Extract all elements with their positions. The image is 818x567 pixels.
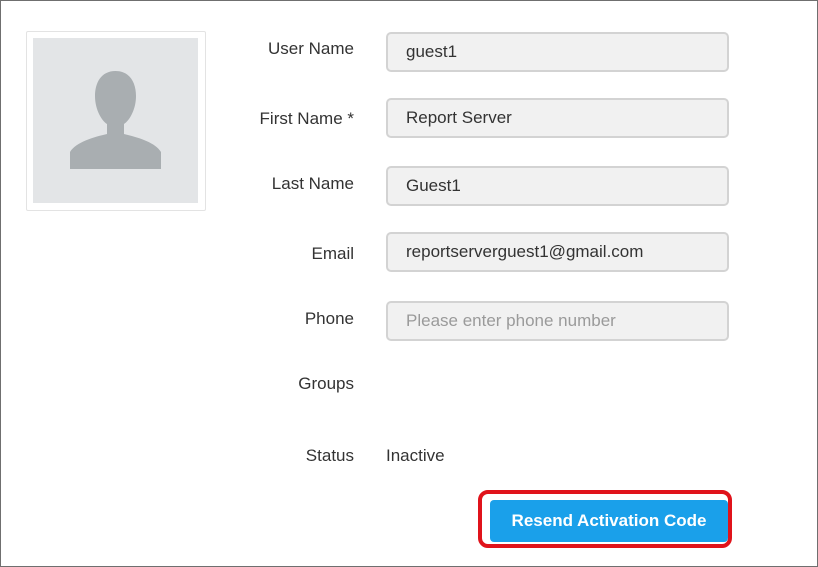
groups-label: Groups (298, 374, 354, 393)
user-name-label: User Name (268, 39, 354, 58)
user-profile-panel: User Name First Name * Last Name Email P… (0, 0, 818, 567)
user-name-field[interactable] (386, 32, 729, 72)
resend-activation-code-button[interactable]: Resend Activation Code (490, 500, 728, 542)
email-label: Email (311, 244, 354, 263)
phone-label: Phone (304, 309, 354, 328)
first-name-label: First Name * (259, 109, 354, 128)
last-name-label: Last Name (271, 174, 354, 193)
avatar (33, 38, 198, 203)
status-label: Status (305, 446, 354, 465)
user-silhouette-icon (70, 71, 161, 169)
first-name-field[interactable] (386, 98, 729, 138)
last-name-field[interactable] (386, 166, 729, 206)
avatar-card (26, 31, 206, 211)
phone-field[interactable] (386, 301, 729, 341)
status-value: Inactive (386, 446, 445, 465)
email-field[interactable] (386, 232, 729, 272)
